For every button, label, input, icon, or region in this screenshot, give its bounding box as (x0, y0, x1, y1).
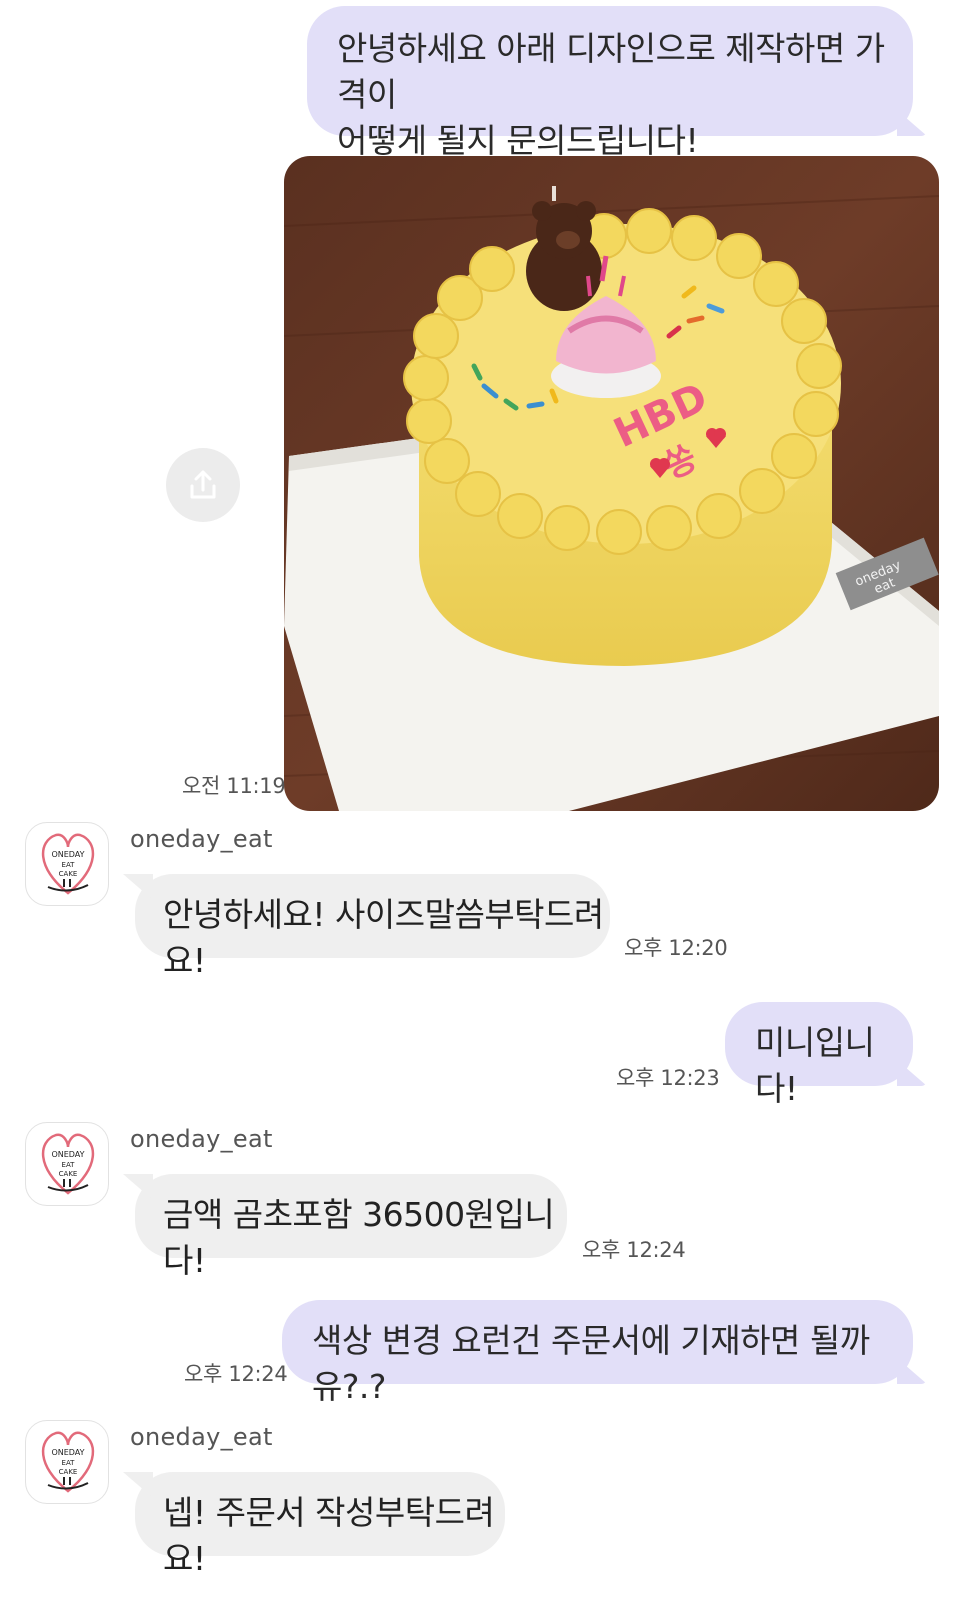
cake-photo[interactable]: oneday eat HBD 쏭 (284, 156, 939, 811)
outgoing-message-bubble[interactable]: 안녕하세요 아래 디자인으로 제작하면 가격이 어떻게 될지 문의드립니다! (307, 6, 913, 160)
avatar-text: ONEDAY (51, 850, 84, 859)
message-text: 넵! 주문서 작성부탁드려요! (163, 1493, 495, 1578)
message-text: 안녕하세요! 사이즈말씀부탁드려요! (163, 895, 604, 980)
message-timestamp: 오전 11:19 (182, 774, 286, 798)
outgoing-message-bubble[interactable]: 미니입니다! (725, 1002, 913, 1108)
share-icon (190, 470, 216, 499)
oneday-eat-logo: ONEDAY EAT CAKE (41, 1133, 95, 1195)
avatar-text: EAT (62, 1459, 76, 1467)
avatar-text: ONEDAY (51, 1150, 84, 1159)
share-button[interactable] (166, 448, 240, 522)
sender-name: oneday_eat (130, 1125, 273, 1153)
incoming-message-bubble[interactable]: 안녕하세요! 사이즈말씀부탁드려요! (135, 874, 610, 980)
incoming-message-bubble[interactable]: 넵! 주문서 작성부탁드려요! (135, 1472, 505, 1578)
avatar-text: ONEDAY (51, 1448, 84, 1457)
sender-avatar[interactable]: ONEDAY EAT CAKE (25, 822, 109, 906)
sender-avatar[interactable]: ONEDAY EAT CAKE (25, 1122, 109, 1206)
message-text: 색상 변경 요런건 주문서에 기재하면 될까유?.? (312, 1321, 870, 1406)
cake-image: oneday eat HBD 쏭 (284, 156, 939, 811)
incoming-message-bubble[interactable]: 금액 곰초포함 36500원입니다! (135, 1174, 567, 1280)
avatar-text: CAKE (59, 1170, 78, 1178)
sender-name: oneday_eat (130, 825, 273, 853)
message-timestamp: 오후 12:24 (582, 1238, 686, 1262)
avatar-text: EAT (62, 861, 76, 869)
avatar-text: CAKE (59, 870, 78, 878)
message-text: 금액 곰초포함 36500원입니다! (163, 1195, 555, 1280)
outgoing-message-bubble[interactable]: 색상 변경 요런건 주문서에 기재하면 될까유?.? (282, 1300, 913, 1406)
sender-name: oneday_eat (130, 1423, 273, 1451)
message-timestamp: 오후 12:23 (616, 1066, 720, 1090)
avatar-text: EAT (62, 1161, 76, 1169)
message-timestamp: 오후 12:24 (184, 1362, 288, 1386)
message-text: 미니입니다! (755, 1023, 875, 1108)
message-text-line: 안녕하세요 아래 디자인으로 제작하면 가격이 (337, 29, 885, 114)
avatar-text: CAKE (59, 1468, 78, 1476)
sender-avatar[interactable]: ONEDAY EAT CAKE (25, 1420, 109, 1504)
oneday-eat-logo: ONEDAY EAT CAKE (41, 1431, 95, 1493)
message-timestamp: 오후 12:20 (624, 936, 728, 960)
oneday-eat-logo: ONEDAY EAT CAKE (41, 833, 95, 895)
